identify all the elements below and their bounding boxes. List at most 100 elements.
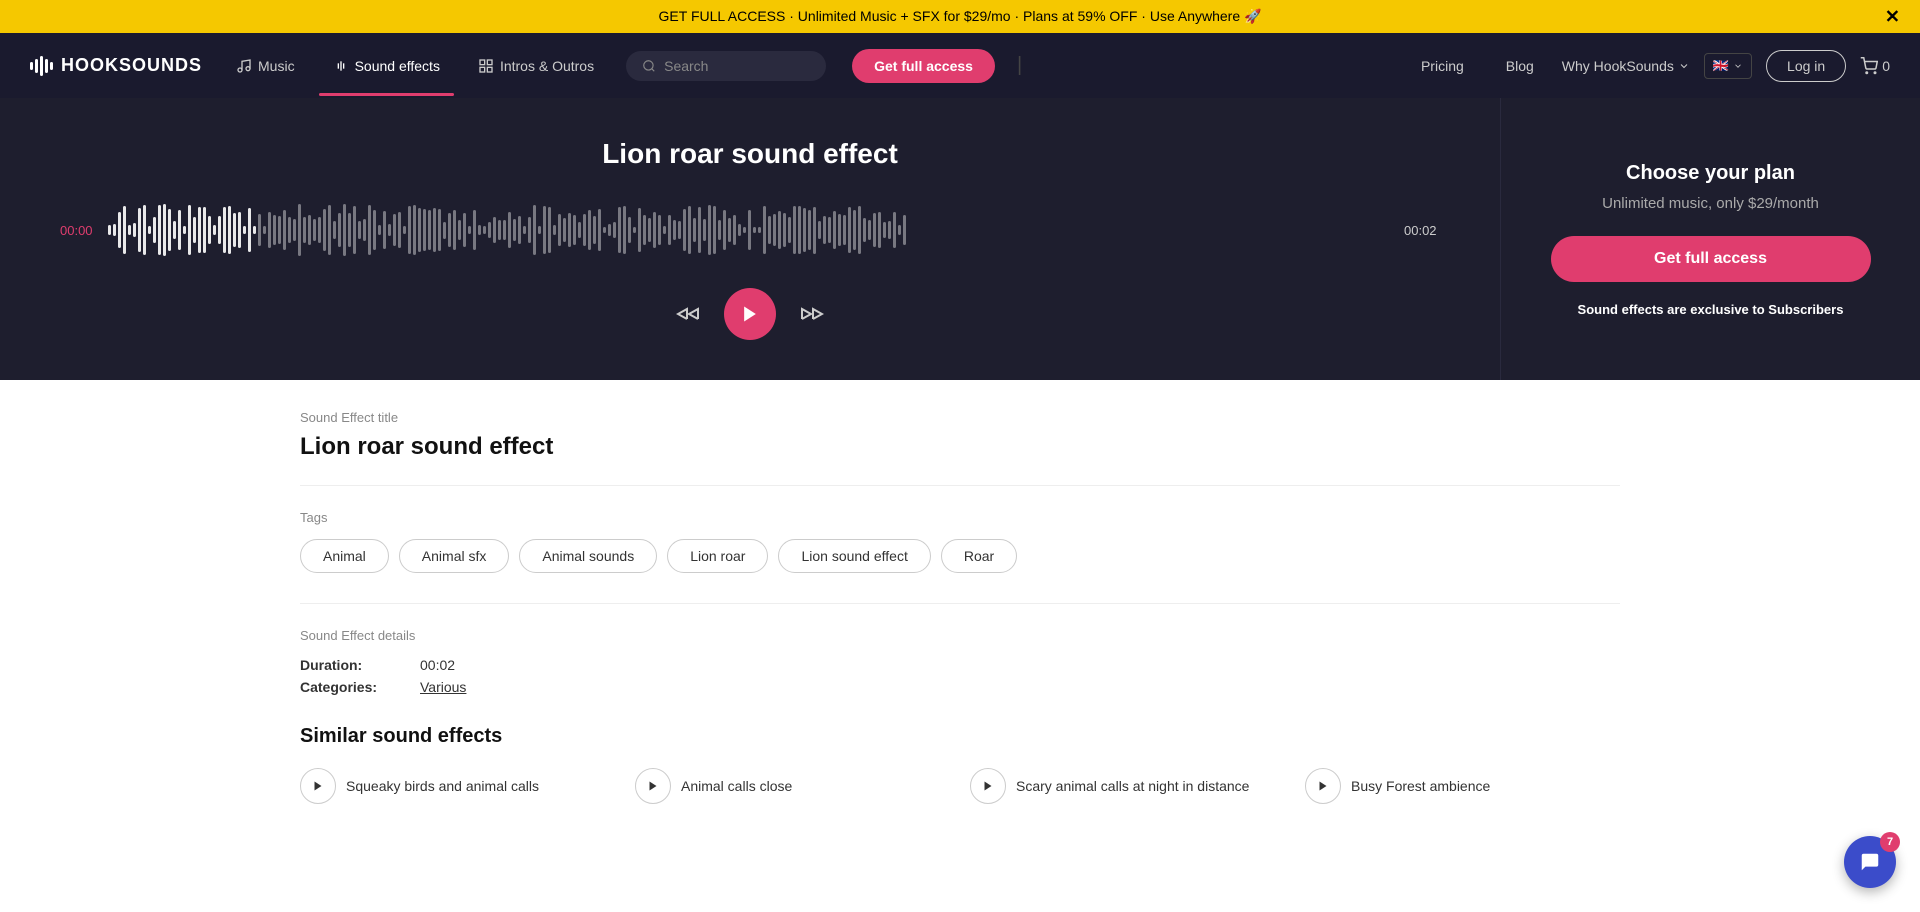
waveform-bar	[443, 222, 446, 239]
waveform-bar	[328, 205, 331, 255]
waveform-bar	[358, 221, 361, 238]
waveform-bar	[883, 222, 886, 238]
hero-get-full-access-button[interactable]: Get full access	[1551, 236, 1871, 282]
waveform-bar	[713, 206, 716, 253]
fast-forward-button[interactable]	[800, 302, 824, 326]
waveform-bar	[638, 208, 641, 251]
waveform-bar	[728, 218, 731, 243]
navbar-get-full-access-button[interactable]: Get full access	[852, 49, 995, 83]
waveform-bar	[593, 216, 596, 244]
login-button[interactable]: Log in	[1766, 50, 1846, 82]
waveform-bar	[838, 214, 841, 246]
search-icon	[642, 59, 656, 73]
nav-music[interactable]: Music	[222, 50, 309, 82]
waveform-bar	[678, 221, 681, 239]
categories-link[interactable]: Various	[420, 679, 466, 695]
waveform-bar	[533, 205, 536, 256]
tag-chip[interactable]: Lion roar	[667, 539, 768, 573]
waveform-bar	[538, 226, 541, 235]
waveform-bar	[288, 217, 291, 243]
waveform-bar	[423, 209, 426, 251]
waveform-bar	[743, 227, 746, 234]
waveform-bar	[333, 221, 336, 240]
waveform-bar	[258, 214, 261, 246]
tag-chip[interactable]: Animal sounds	[519, 539, 657, 573]
nav-pricing[interactable]: Pricing	[1407, 50, 1478, 82]
waveform-bar	[143, 205, 146, 255]
rewind-icon	[676, 302, 700, 326]
waveform-container: 00:00 00:02	[60, 200, 1440, 260]
tag-chip[interactable]: Roar	[941, 539, 1017, 573]
waveform-bar	[273, 215, 276, 245]
banner-text: GET FULL ACCESS · Unlimited Music + SFX …	[659, 8, 1262, 24]
waveform-bar	[398, 212, 401, 248]
banner-close-button[interactable]: ✕	[1885, 6, 1900, 27]
language-selector[interactable]: 🇬🇧	[1704, 53, 1752, 79]
play-button[interactable]	[724, 288, 776, 340]
waveform-bar	[318, 217, 321, 243]
waveform-bar	[468, 226, 471, 234]
waveform-bar	[653, 212, 656, 249]
waveform-bar	[178, 210, 181, 250]
logo[interactable]: HOOKSOUNDS	[30, 55, 202, 76]
waveform-bar	[803, 208, 806, 252]
waveform-bar	[818, 221, 821, 239]
tag-chip[interactable]: Lion sound effect	[778, 539, 930, 573]
waveform-bar	[323, 209, 326, 252]
search-bar[interactable]	[626, 51, 826, 81]
waveform-bar	[573, 215, 576, 245]
nav-blog[interactable]: Blog	[1492, 50, 1548, 82]
waveform-bar	[218, 216, 221, 243]
waveform-bar	[858, 206, 861, 253]
waveform-bar	[673, 220, 676, 240]
tag-chip[interactable]: Animal sfx	[399, 539, 510, 573]
waveform-bar	[228, 206, 231, 253]
waveform-bar	[853, 210, 856, 250]
fast-forward-icon	[800, 302, 824, 326]
waveform-bar	[133, 223, 136, 237]
similar-item-name: Scary animal calls at night in distance	[1016, 778, 1249, 794]
waveform-bar	[183, 226, 186, 234]
waveform-bar	[693, 218, 696, 242]
play-icon	[740, 304, 760, 324]
similar-list: Squeaky birds and animal calls Animal ca…	[300, 768, 1620, 804]
tag-chip[interactable]: Animal	[300, 539, 389, 573]
waveform[interactable]	[108, 200, 1392, 260]
similar-play-button[interactable]	[970, 768, 1006, 804]
similar-play-button[interactable]	[635, 768, 671, 804]
similar-item: Animal calls close	[635, 768, 950, 804]
duration-key: Duration:	[300, 657, 420, 673]
choose-plan-title: Choose your plan	[1626, 162, 1795, 185]
waveform-bar	[493, 217, 496, 242]
divider-1	[300, 485, 1620, 486]
rewind-button[interactable]	[676, 302, 700, 326]
cart-button[interactable]: 0	[1860, 57, 1890, 75]
chevron-down-icon	[1678, 60, 1690, 72]
chat-bubble[interactable]: 7	[1844, 836, 1896, 888]
waveform-bar	[603, 227, 606, 233]
similar-play-button[interactable]	[300, 768, 336, 804]
waveform-bar	[848, 207, 851, 253]
waveform-bar	[158, 205, 161, 255]
nav-why-hooksounds[interactable]: Why HookSounds	[1562, 58, 1690, 74]
nav-sound-effects[interactable]: Sound effects	[319, 50, 454, 82]
similar-play-button[interactable]	[1305, 768, 1341, 804]
waveform-bar	[563, 218, 566, 243]
waveform-bar	[698, 207, 701, 252]
waveform-bar	[163, 204, 166, 256]
music-icon	[236, 58, 252, 74]
sound-effect-section-label: Sound Effect title	[300, 410, 1620, 425]
similar-item-name: Busy Forest ambience	[1351, 778, 1490, 794]
waveform-bar	[648, 218, 651, 242]
waveform-bar	[298, 204, 301, 256]
duration-row: Duration: 00:02	[300, 657, 1620, 673]
waveform-bar	[483, 226, 486, 234]
waveform-bar	[878, 212, 881, 249]
waveform-bar	[383, 211, 386, 248]
exclusive-note: Sound effects are exclusive to Subscribe…	[1578, 302, 1844, 317]
waveform-bar	[153, 217, 156, 243]
search-input[interactable]	[664, 58, 804, 74]
waveform-bar	[528, 217, 531, 243]
waveform-bar	[453, 210, 456, 251]
nav-intros-outros[interactable]: Intros & Outros	[464, 50, 608, 82]
